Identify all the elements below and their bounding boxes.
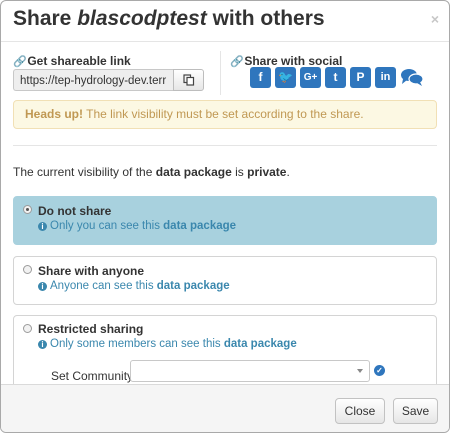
option-desc-object: data package [223, 338, 297, 350]
community-select[interactable] [130, 360, 370, 382]
facebook-icon[interactable]: f [250, 67, 271, 88]
dialog-title: Share blascodptest with others [13, 7, 325, 31]
visibility-suffix: . [286, 165, 290, 179]
option-title: Share with anyone [38, 264, 145, 278]
visibility-object: data package [155, 165, 232, 179]
shareable-link-label: Get shareable link [27, 54, 131, 68]
option-title: Do not share [38, 204, 112, 218]
title-prefix: Share [13, 7, 78, 30]
option-desc-text: Only some members can see this [50, 338, 224, 350]
visibility-middle: is [231, 165, 248, 179]
link-icon: 🔗 [230, 56, 244, 68]
title-package-name: blascodptest [77, 7, 207, 30]
check-icon[interactable]: ✓ [374, 365, 385, 376]
info-icon: i [38, 340, 47, 349]
save-button[interactable]: Save [393, 398, 438, 424]
option-desc-text: Anyone can see this [50, 280, 157, 292]
tumblr-icon[interactable]: t [325, 67, 346, 88]
option-desc-object: data package [163, 220, 237, 232]
social-heading: 🔗 Share with social [230, 54, 342, 68]
google-plus-icon[interactable]: G+ [300, 67, 321, 88]
shareable-link-heading: 🔗 Get shareable link [13, 54, 131, 68]
twitter-icon[interactable]: 🐦 [275, 67, 296, 88]
option-desc-text: Only you can see this [50, 220, 164, 232]
chevron-down-icon [357, 369, 363, 373]
info-icon: i [38, 222, 47, 231]
alert-strong: Heads up! [25, 107, 84, 121]
option-restricted-sharing[interactable]: Restricted sharing i Only some members ca… [13, 315, 437, 395]
pinterest-icon[interactable]: P [350, 67, 371, 88]
visibility-statement: The current visibility of the data packa… [13, 165, 290, 179]
social-buttons: f 🐦 G+ t P in [250, 67, 424, 91]
heads-up-alert: Heads up! The link visibility must be se… [13, 100, 437, 129]
close-icon[interactable]: × [431, 11, 439, 27]
copy-icon [183, 74, 195, 86]
radio-restricted-sharing[interactable] [23, 324, 32, 333]
radio-do-not-share[interactable] [23, 205, 32, 214]
option-do-not-share[interactable]: Do not share i Only you can see this data… [13, 196, 437, 245]
option-description: i Only you can see this data package [38, 220, 236, 232]
header-divider [220, 51, 221, 95]
community-label: Set Community [51, 369, 134, 383]
chat-icon[interactable] [400, 67, 424, 88]
shareable-link-input[interactable]: https://tep-hydrology-dev.terr [13, 69, 173, 91]
social-label: Share with social [244, 54, 343, 68]
share-dialog: Share blascodptest with others × 🔗 Get s… [0, 0, 450, 433]
visibility-state: private [247, 165, 287, 179]
option-title: Restricted sharing [38, 322, 144, 336]
close-button[interactable]: Close [335, 398, 385, 424]
dialog-footer: Close Save [1, 384, 449, 432]
visibility-prefix: The current visibility of the [13, 165, 156, 179]
alert-text: The link visibility must be set accordin… [83, 107, 364, 121]
section-divider [13, 145, 437, 146]
link-icon: 🔗 [13, 56, 27, 68]
option-desc-object: data package [156, 280, 230, 292]
option-description: i Anyone can see this data package [38, 280, 230, 292]
copy-link-button[interactable] [173, 69, 204, 91]
option-description: i Only some members can see this data pac… [38, 338, 297, 350]
radio-share-with-anyone[interactable] [23, 265, 32, 274]
info-icon: i [38, 282, 47, 291]
option-share-with-anyone[interactable]: Share with anyone i Anyone can see this d… [13, 256, 437, 305]
title-suffix: with others [206, 7, 325, 30]
linkedin-icon[interactable]: in [375, 67, 396, 88]
dialog-header: Share blascodptest with others × [1, 1, 449, 42]
